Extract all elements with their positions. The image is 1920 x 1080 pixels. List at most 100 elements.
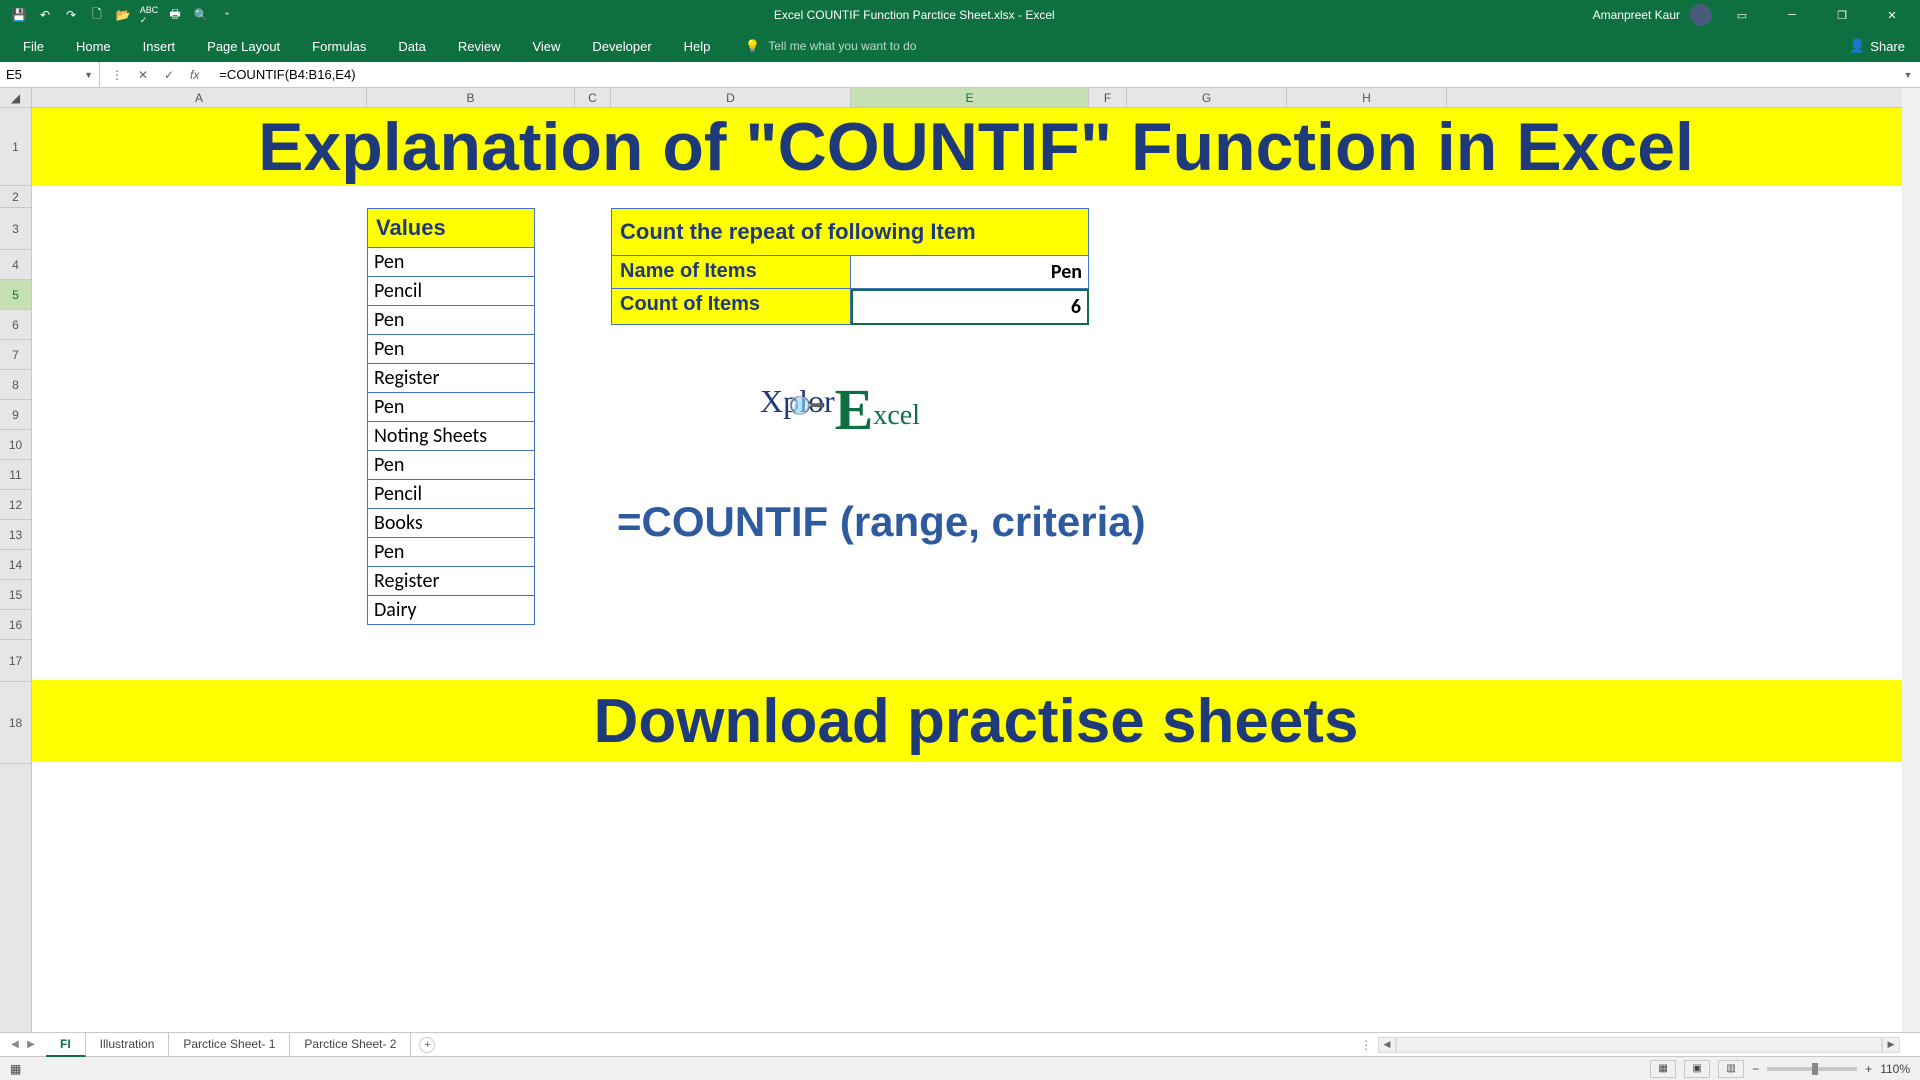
vertical-scrollbar[interactable] — [1902, 88, 1920, 1032]
row-header-9[interactable]: 9 — [0, 400, 31, 430]
row-header-3[interactable]: 3 — [0, 208, 31, 250]
row-header-7[interactable]: 7 — [0, 340, 31, 370]
col-header-H[interactable]: H — [1287, 88, 1447, 107]
redo-icon[interactable]: ↷ — [62, 6, 80, 24]
count-table: Count the repeat of following Item Name … — [611, 208, 1089, 325]
tab-home[interactable]: Home — [61, 31, 126, 62]
enter-icon[interactable]: ✓ — [158, 65, 180, 85]
sheet-tab-parctice-sheet-1[interactable]: Parctice Sheet- 1 — [169, 1033, 290, 1057]
values-cell: Pen — [367, 451, 535, 480]
horizontal-scrollbar[interactable]: ⋮ ◀ ▶ — [1360, 1037, 1900, 1053]
row-header-8[interactable]: 8 — [0, 370, 31, 400]
row-header-15[interactable]: 15 — [0, 580, 31, 610]
tab-formulas[interactable]: Formulas — [297, 31, 381, 62]
tab-review[interactable]: Review — [443, 31, 516, 62]
col-header-A[interactable]: A — [32, 88, 367, 107]
ribbon: FileHomeInsertPage LayoutFormulasDataRev… — [0, 30, 1920, 62]
col-header-G[interactable]: G — [1127, 88, 1287, 107]
ribbon-options-icon[interactable]: ▭ — [1722, 0, 1762, 30]
select-all-cell[interactable]: ◢ — [0, 88, 32, 107]
normal-view-icon[interactable]: ▦ — [1650, 1060, 1676, 1078]
close-icon[interactable]: ✕ — [1872, 0, 1912, 30]
add-sheet-button[interactable]: + — [419, 1037, 435, 1053]
sheet-tab-illustration[interactable]: Illustration — [86, 1033, 170, 1057]
zoom-level[interactable]: 110% — [1880, 1062, 1910, 1076]
row-header-17[interactable]: 17 — [0, 640, 31, 682]
zoom-out-icon[interactable]: − — [1752, 1062, 1759, 1076]
print-preview-icon[interactable]: 🔍 — [192, 6, 210, 24]
values-cell: Pencil — [367, 277, 535, 306]
values-cell: Register — [367, 567, 535, 596]
sheet-tab-parctice-sheet-2[interactable]: Parctice Sheet- 2 — [290, 1033, 411, 1057]
col-header-B[interactable]: B — [367, 88, 575, 107]
cells[interactable]: Explanation of "COUNTIF" Function in Exc… — [32, 108, 1920, 1032]
tab-developer[interactable]: Developer — [577, 31, 666, 62]
tell-me[interactable]: 💡 Tell me what you want to do — [745, 39, 916, 53]
row-header-13[interactable]: 13 — [0, 520, 31, 550]
scroll-right-icon[interactable]: ▶ — [1882, 1037, 1900, 1053]
customize-qat-icon[interactable]: ⁼ — [218, 6, 236, 24]
tab-file[interactable]: File — [8, 31, 59, 62]
values-cell: Dairy — [367, 596, 535, 625]
zoom-slider[interactable] — [1767, 1067, 1857, 1071]
name-box[interactable]: E5 ▼ — [0, 62, 100, 87]
row-header-1[interactable]: 1 — [0, 108, 31, 186]
row-header-10[interactable]: 10 — [0, 430, 31, 460]
title-bar: 💾 ↶ ↷ 🗋 📂 ABC✓ 🖶 🔍 ⁼ Excel COUNTIF Funct… — [0, 0, 1920, 30]
formula-syntax: =COUNTIF (range, criteria) — [617, 498, 1146, 546]
formula-input[interactable]: =COUNTIF(B4:B16,E4) — [211, 67, 1896, 82]
scroll-left-icon[interactable]: ◀ — [1378, 1037, 1396, 1053]
fx-icon[interactable]: fx — [184, 68, 205, 82]
row-header-14[interactable]: 14 — [0, 550, 31, 580]
status-bar: ▦ ▦ ▣ ▥ − + 110% — [0, 1056, 1920, 1080]
next-sheet-icon[interactable]: ▶ — [24, 1039, 38, 1050]
row-header-11[interactable]: 11 — [0, 460, 31, 490]
page-break-icon[interactable]: ▥ — [1718, 1060, 1744, 1078]
page-layout-icon[interactable]: ▣ — [1684, 1060, 1710, 1078]
save-icon[interactable]: 💾 — [10, 6, 28, 24]
minimize-icon[interactable]: ─ — [1772, 0, 1812, 30]
formula-bar: E5 ▼ ⋮ ✕ ✓ fx =COUNTIF(B4:B16,E4) ▼ — [0, 62, 1920, 88]
values-cell: Pen — [367, 306, 535, 335]
count-of-items-value[interactable]: 6 — [851, 289, 1089, 325]
tab-view[interactable]: View — [517, 31, 575, 62]
options-icon[interactable]: ⋮ — [106, 65, 128, 85]
chevron-down-icon: ▼ — [84, 70, 93, 80]
col-header-E[interactable]: E — [851, 88, 1089, 107]
tab-data[interactable]: Data — [383, 31, 440, 62]
col-header-F[interactable]: F — [1089, 88, 1127, 107]
spelling-icon[interactable]: ABC✓ — [140, 6, 158, 24]
expand-formula-icon[interactable]: ▼ — [1896, 70, 1920, 80]
undo-icon[interactable]: ↶ — [36, 6, 54, 24]
quick-print-icon[interactable]: 🖶 — [166, 6, 184, 24]
new-icon[interactable]: 🗋 — [88, 6, 106, 24]
cancel-icon[interactable]: ✕ — [132, 65, 154, 85]
user-name: Amanpreet Kaur — [1593, 8, 1680, 22]
values-cell: Pencil — [367, 480, 535, 509]
tab-help[interactable]: Help — [669, 31, 726, 62]
share-button[interactable]: 👤 Share — [1834, 38, 1920, 54]
prev-sheet-icon[interactable]: ◀ — [8, 1039, 22, 1050]
maximize-icon[interactable]: ❐ — [1822, 0, 1862, 30]
row-header-16[interactable]: 16 — [0, 610, 31, 640]
row-header-4[interactable]: 4 — [0, 250, 31, 280]
tab-page-layout[interactable]: Page Layout — [192, 31, 295, 62]
col-header-D[interactable]: D — [611, 88, 851, 107]
share-icon: 👤 — [1849, 38, 1865, 54]
row-header-18[interactable]: 18 — [0, 682, 31, 764]
row-header-2[interactable]: 2 — [0, 186, 31, 208]
open-icon[interactable]: 📂 — [114, 6, 132, 24]
sheet-tab-fi[interactable]: FI — [46, 1033, 86, 1057]
row-header-6[interactable]: 6 — [0, 310, 31, 340]
row-header-12[interactable]: 12 — [0, 490, 31, 520]
values-cell: Pen — [367, 248, 535, 277]
values-header: Values — [367, 208, 535, 248]
user-avatar[interactable] — [1690, 4, 1712, 26]
col-header-C[interactable]: C — [575, 88, 611, 107]
values-cell: Books — [367, 509, 535, 538]
tab-insert[interactable]: Insert — [128, 31, 191, 62]
row-header-5[interactable]: 5 — [0, 280, 31, 310]
lightbulb-icon: 💡 — [745, 39, 760, 53]
zoom-in-icon[interactable]: + — [1865, 1062, 1872, 1076]
name-of-items-value: Pen — [851, 256, 1089, 289]
